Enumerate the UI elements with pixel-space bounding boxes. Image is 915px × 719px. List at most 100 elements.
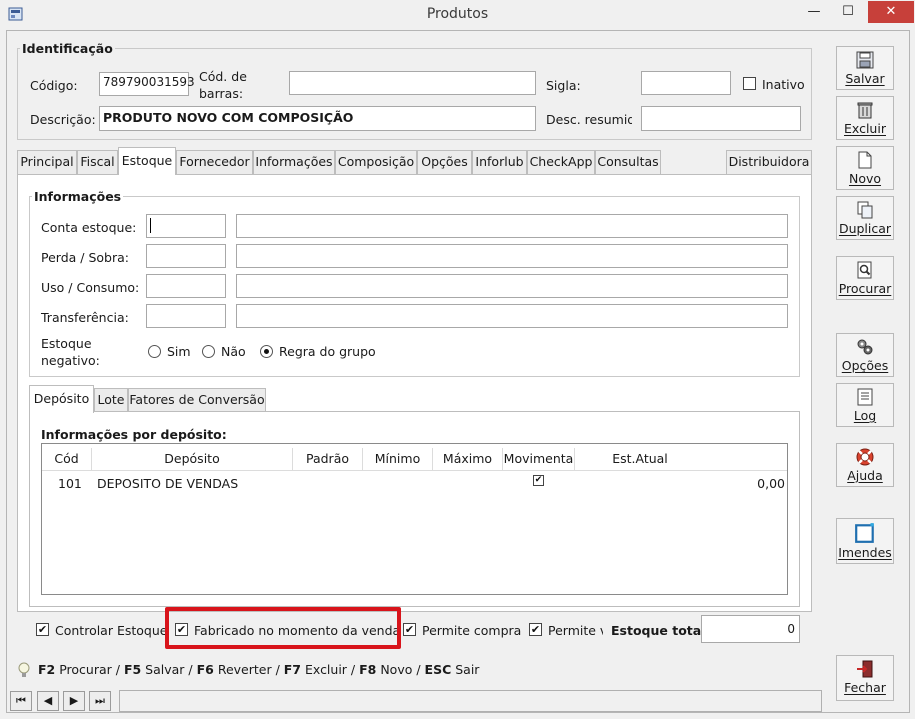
procurar-button[interactable]: Procurar: [836, 256, 894, 300]
perda-sobra-desc-field[interactable]: [236, 244, 788, 268]
desc-resumida-label: Desc. resumida: [546, 112, 632, 127]
radio-nao-label: Não: [221, 344, 246, 359]
table-row[interactable]: 101 DEPOSITO DE VENDAS ✔ 0,00: [42, 472, 787, 494]
conta-estoque-code-field[interactable]: [146, 214, 226, 238]
tab-distribuidora[interactable]: Distribuidora: [726, 150, 812, 174]
close-button[interactable]: ✕: [868, 1, 914, 23]
uso-consumo-code-field[interactable]: [146, 274, 226, 298]
shortcut-text-excluir: Excluir /: [301, 662, 360, 677]
grid-col-minimo[interactable]: Mínimo: [363, 448, 433, 470]
tab-estoque[interactable]: Estoque: [118, 147, 176, 175]
sigla-field[interactable]: [641, 71, 731, 95]
shortcut-text-reverter: Reverter /: [213, 662, 284, 677]
shortcut-key-f2: F2: [38, 662, 56, 677]
exit-door-icon: [857, 660, 873, 678]
transferencia-label: Transferência:: [41, 310, 129, 325]
minimize-button[interactable]: —: [800, 1, 828, 23]
tab-principal[interactable]: Principal: [17, 150, 77, 174]
fechar-button[interactable]: Fechar: [836, 655, 894, 701]
grid-col-padrao[interactable]: Padrão: [293, 448, 363, 470]
permite-compra-label: Permite compra: [422, 623, 522, 638]
nav-prev-button[interactable]: ◀: [37, 691, 59, 711]
perda-sobra-code-field[interactable]: [146, 244, 226, 268]
transferencia-desc-field[interactable]: [236, 304, 788, 328]
tab-fiscal[interactable]: Fiscal: [77, 150, 118, 174]
tab-fornecedor[interactable]: Fornecedor: [176, 150, 253, 174]
highlight-box: [165, 607, 401, 649]
cod-barras-label-1: Cód. de: [199, 69, 247, 84]
tab-inforlub[interactable]: Inforlub: [472, 150, 527, 174]
novo-button[interactable]: Novo: [836, 146, 894, 190]
estoque-total-field[interactable]: 0: [701, 615, 800, 643]
radio-nao[interactable]: [202, 345, 215, 358]
duplicar-button[interactable]: Duplicar: [836, 196, 894, 240]
codigo-label: Código:: [30, 78, 78, 93]
tab-consultas[interactable]: Consultas: [595, 150, 661, 174]
imendes-label: Imendes: [838, 545, 892, 560]
deposito-title: Informações por depósito:: [41, 427, 227, 442]
informacoes-title: Informações: [32, 189, 124, 204]
estoque-total-label: Estoque total:: [611, 623, 711, 638]
radio-sim[interactable]: [148, 345, 161, 358]
shortcut-text-procurar: Procurar /: [55, 662, 124, 677]
nav-next-button[interactable]: ▶: [63, 691, 85, 711]
shortcuts-line: F2 Procurar / F5 Salvar / F6 Reverter / …: [38, 662, 479, 677]
radio-regra-grupo-label: Regra do grupo: [279, 344, 376, 359]
permite-compra-checkbox[interactable]: ✔: [403, 623, 416, 636]
novo-label: Novo: [848, 171, 882, 186]
row-movimenta-checkbox[interactable]: ✔: [533, 475, 544, 486]
grid-col-movimenta[interactable]: Movimenta: [503, 448, 575, 470]
sigla-label: Sigla:: [546, 78, 581, 93]
fechar-label: Fechar: [844, 680, 886, 695]
search-icon: [857, 261, 872, 279]
cod-barras-label-2: barras:: [199, 86, 244, 101]
tab-composicao[interactable]: Composição: [335, 150, 417, 174]
shortcut-key-f5: F5: [123, 662, 142, 677]
descricao-field[interactable]: PRODUTO NOVO COM COMPOSIÇÃO: [99, 106, 536, 131]
conta-estoque-desc-field[interactable]: [236, 214, 788, 238]
lifebuoy-icon: [856, 448, 874, 466]
transferencia-code-field[interactable]: [146, 304, 226, 328]
controlar-estoque-label: Controlar Estoque: [55, 623, 168, 638]
permite-venda-checkbox[interactable]: ✔: [529, 623, 542, 636]
tab-checkapp[interactable]: CheckApp: [527, 150, 595, 174]
uso-consumo-desc-field[interactable]: [236, 274, 788, 298]
descricao-label: Descrição:: [30, 112, 96, 127]
grid-col-est-atual[interactable]: Est.Atual: [575, 448, 787, 470]
perda-sobra-label: Perda / Sobra:: [41, 250, 129, 265]
subtab-fatores-conversao[interactable]: Fatores de Conversão: [128, 388, 266, 412]
nav-first-button[interactable]: ⏮: [10, 691, 32, 711]
status-bar-field: [119, 690, 822, 712]
shortcut-key-esc: ESC: [424, 662, 452, 677]
duplicate-icon: [857, 201, 873, 219]
grid-col-cod[interactable]: Cód: [42, 448, 92, 470]
controlar-estoque-checkbox[interactable]: ✔: [36, 623, 49, 636]
tab-opcoes[interactable]: Opções: [417, 150, 472, 174]
grid-col-deposito[interactable]: Depósito: [92, 448, 293, 470]
imendes-icon: [855, 523, 874, 543]
salvar-button[interactable]: Salvar: [836, 46, 894, 90]
opcoes-button[interactable]: Opções: [836, 333, 894, 377]
log-button[interactable]: Log: [836, 383, 894, 427]
nav-last-button[interactable]: ⏭: [89, 691, 111, 711]
excluir-button[interactable]: Excluir: [836, 96, 894, 140]
procurar-label: Procurar: [838, 281, 892, 296]
maximize-button[interactable]: ☐: [834, 1, 862, 23]
trash-icon: [857, 102, 873, 119]
duplicar-label: Duplicar: [838, 221, 892, 236]
cod-barras-field[interactable]: [289, 71, 536, 95]
new-document-icon: [858, 151, 872, 169]
tab-informacoes[interactable]: Informações: [253, 150, 335, 174]
inativo-checkbox[interactable]: [743, 77, 756, 90]
ajuda-button[interactable]: Ajuda: [836, 443, 894, 487]
permite-venda-label: Permite v: [548, 623, 603, 638]
imendes-button[interactable]: Imendes: [836, 518, 894, 564]
desc-resumida-field[interactable]: [641, 106, 801, 131]
codigo-field[interactable]: 789790031593: [99, 72, 195, 96]
subtab-deposito[interactable]: Depósito: [29, 385, 94, 413]
inativo-label: Inativo: [762, 77, 805, 92]
floppy-icon: [856, 51, 874, 69]
subtab-lote[interactable]: Lote: [94, 388, 128, 412]
radio-regra-grupo[interactable]: [260, 345, 273, 358]
grid-col-maximo[interactable]: Máximo: [433, 448, 503, 470]
